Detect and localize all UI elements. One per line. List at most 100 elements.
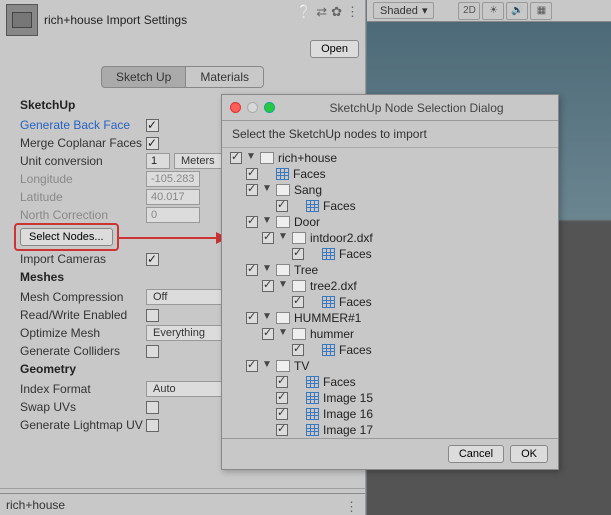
tree-checkbox[interactable] [246, 312, 258, 324]
tree-node-label[interactable]: Image 15 [323, 391, 373, 405]
mode-2d-button[interactable]: 2D [458, 2, 480, 20]
shading-dropdown[interactable]: Shaded ▾ [373, 2, 434, 19]
select-nodes-highlight: Select Nodes... [14, 223, 119, 251]
tree-checkbox[interactable] [246, 168, 258, 180]
tree-checkbox[interactable] [292, 296, 304, 308]
tree-node-label[interactable]: intdoor2.dxf [310, 231, 373, 245]
tree-checkbox[interactable] [276, 424, 288, 436]
label-north-correction: North Correction [20, 208, 146, 222]
tree-node-label[interactable]: Faces [323, 375, 356, 389]
label-import-cameras: Import Cameras [20, 252, 146, 266]
longitude-field: -105.283 [146, 171, 200, 187]
tree-node-label[interactable]: Faces [323, 199, 356, 213]
fx-icon[interactable]: ▦ [530, 2, 552, 20]
expand-icon[interactable]: ▼ [278, 281, 288, 291]
tree-node-label[interactable]: rich+house [278, 151, 337, 165]
tree-checkbox[interactable] [292, 344, 304, 356]
tab-sketchup[interactable]: Sketch Up [101, 66, 186, 88]
cancel-button[interactable]: Cancel [448, 445, 504, 463]
expand-icon[interactable]: ▼ [262, 185, 272, 195]
tree-checkbox[interactable] [276, 376, 288, 388]
node-icon [292, 280, 306, 292]
merge-coplanar-checkbox[interactable] [146, 137, 159, 150]
generate-lightmap-checkbox[interactable] [146, 419, 159, 432]
tree-node-label[interactable]: Faces [293, 167, 326, 181]
tree-checkbox[interactable] [246, 216, 258, 228]
select-nodes-button[interactable]: Select Nodes... [20, 228, 113, 246]
tree-node-label[interactable]: Door [294, 215, 320, 229]
label-mesh-compression: Mesh Compression [20, 290, 146, 304]
dialog-title: SketchUp Node Selection Dialog [283, 101, 550, 115]
label-generate-colliders: Generate Colliders [20, 344, 146, 358]
tree-node-label[interactable]: TV [294, 359, 309, 373]
label-swap-uvs: Swap UVs [20, 400, 146, 414]
tree-checkbox[interactable] [230, 152, 242, 164]
menu-icon[interactable]: ⋮ [346, 4, 359, 20]
tree-node-label[interactable]: hummer [310, 327, 354, 341]
node-icon [292, 232, 306, 244]
expand-icon[interactable]: ▼ [262, 217, 272, 227]
expand-icon[interactable]: ▼ [278, 329, 288, 339]
latitude-field: 40.017 [146, 189, 200, 205]
faces-icon [306, 408, 319, 420]
gear-icon[interactable]: ✿ [331, 4, 342, 20]
expand-icon[interactable]: ▼ [262, 313, 272, 323]
tree-node-label[interactable]: Faces [339, 247, 372, 261]
expand-icon[interactable]: ▼ [262, 265, 272, 275]
label-generate-back-face: Generate Back Face [20, 118, 146, 132]
close-icon[interactable] [230, 102, 241, 113]
node-icon [276, 312, 290, 324]
tree-checkbox[interactable] [276, 392, 288, 404]
tree-node-label[interactable]: tree2.dxf [310, 279, 357, 293]
tree-checkbox[interactable] [262, 328, 274, 340]
tree-node-label[interactable]: Faces [339, 343, 372, 357]
expand-icon[interactable]: ▼ [278, 233, 288, 243]
tree-node-label[interactable]: Faces [339, 295, 372, 309]
north-correction-field: 0 [146, 207, 200, 223]
help-icon[interactable]: ❔ [296, 4, 312, 20]
node-icon [276, 184, 290, 196]
tree-node-label[interactable]: Tree [294, 263, 318, 277]
rw-enabled-checkbox[interactable] [146, 309, 159, 322]
tab-materials[interactable]: Materials [186, 66, 264, 88]
tree-checkbox[interactable] [292, 248, 304, 260]
tree-checkbox[interactable] [262, 280, 274, 292]
faces-icon [322, 344, 335, 356]
inspector-tabs: Sketch Up Materials [0, 64, 365, 96]
tree-node-label[interactable]: HUMMER#1 [294, 311, 361, 325]
label-generate-lightmap: Generate Lightmap UV [20, 418, 146, 432]
node-icon [276, 360, 290, 372]
expand-icon[interactable]: ▼ [262, 361, 272, 371]
tree-checkbox[interactable] [276, 408, 288, 420]
tree-checkbox[interactable] [262, 232, 274, 244]
swap-uvs-checkbox[interactable] [146, 401, 159, 414]
import-cameras-checkbox[interactable] [146, 253, 159, 266]
shading-label: Shaded [380, 5, 418, 17]
tree-checkbox[interactable] [246, 184, 258, 196]
tree-checkbox[interactable] [246, 360, 258, 372]
tree-node-label[interactable]: Image 16 [323, 407, 373, 421]
tree-node-label[interactable]: Sang [294, 183, 322, 197]
node-icon [276, 216, 290, 228]
open-button[interactable]: Open [310, 40, 359, 58]
node-tree[interactable]: ▼ rich+house Faces ▼ Sang Faces ▼ Door ▼ int… [222, 148, 558, 439]
minimize-icon [247, 102, 258, 113]
light-icon[interactable]: ☀ [482, 2, 504, 20]
tree-node-label[interactable]: Image 17 [323, 423, 373, 437]
tree-checkbox[interactable] [276, 200, 288, 212]
faces-icon [322, 296, 335, 308]
inspector-title: rich+house Import Settings [44, 13, 187, 27]
faces-icon [276, 168, 289, 180]
preset-icon[interactable]: ⇄ [316, 4, 327, 20]
asset-thumbnail-icon [6, 4, 38, 36]
label-merge-coplanar: Merge Coplanar Faces [20, 136, 146, 150]
unit-value-field[interactable]: 1 [146, 153, 170, 169]
expand-icon[interactable]: ▼ [246, 153, 256, 163]
zoom-icon[interactable] [264, 102, 275, 113]
audio-icon[interactable]: 🔊 [506, 2, 528, 20]
ok-button[interactable]: OK [510, 445, 548, 463]
generate-colliders-checkbox[interactable] [146, 345, 159, 358]
generate-back-face-checkbox[interactable] [146, 119, 159, 132]
resize-handle-icon[interactable]: ⋮ [345, 499, 359, 511]
tree-checkbox[interactable] [246, 264, 258, 276]
